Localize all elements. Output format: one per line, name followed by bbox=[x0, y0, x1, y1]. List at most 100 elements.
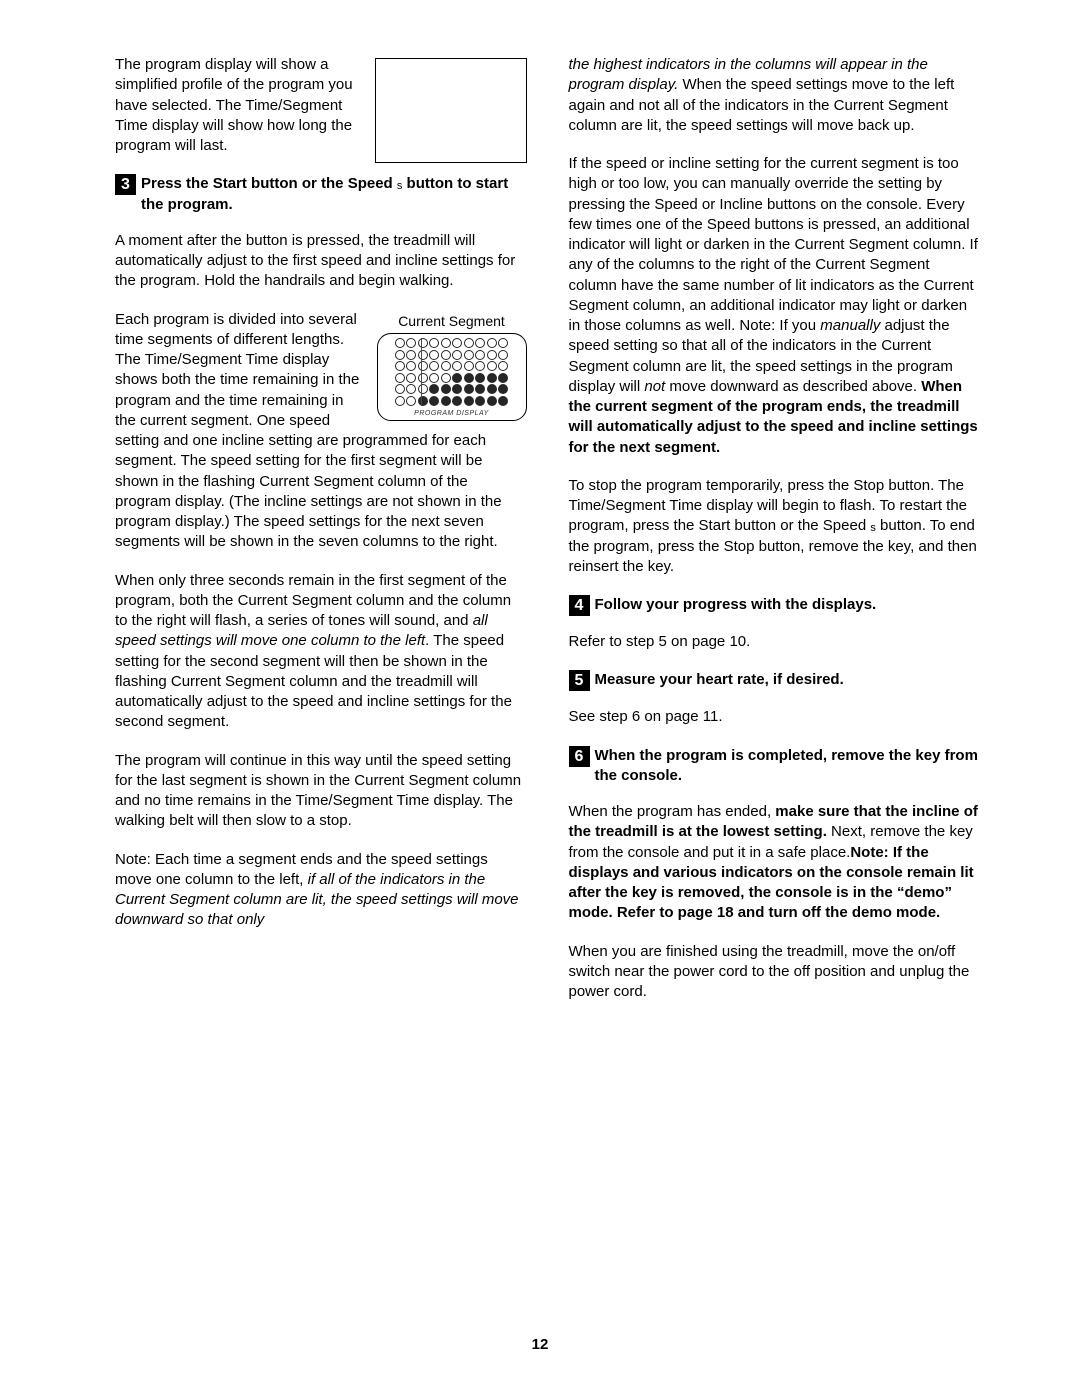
indicator-open-icon bbox=[418, 350, 428, 360]
indicator-open-icon bbox=[406, 350, 416, 360]
right-p0: the highest indicators in the columns wi… bbox=[569, 55, 981, 136]
indicator-open-icon bbox=[441, 361, 451, 371]
indicator-open-icon bbox=[464, 350, 474, 360]
step-6-badge: 6 bbox=[569, 746, 590, 767]
step3-p4: The program will continue in this way un… bbox=[115, 751, 527, 832]
program-display-row bbox=[384, 373, 520, 383]
right-p2: To stop the program temporarily, press t… bbox=[569, 476, 981, 577]
indicator-open-icon bbox=[441, 373, 451, 383]
indicator-open-icon bbox=[429, 361, 439, 371]
r1-c: move downward as described above. bbox=[665, 378, 921, 395]
indicator-filled-icon bbox=[498, 373, 508, 383]
step-4-badge: 4 bbox=[569, 595, 590, 616]
indicator-filled-icon bbox=[452, 384, 462, 394]
indicator-filled-icon bbox=[429, 384, 439, 394]
right-p1: If the speed or incline setting for the … bbox=[569, 154, 981, 458]
indicator-open-icon bbox=[418, 361, 428, 371]
indicator-open-icon bbox=[487, 338, 497, 348]
indicator-open-icon bbox=[441, 338, 451, 348]
left-column: The program display will show a simplifi… bbox=[115, 55, 527, 1020]
indicator-open-icon bbox=[395, 361, 405, 371]
indicator-filled-icon bbox=[498, 396, 508, 406]
r1-i1: manually bbox=[820, 317, 880, 334]
right-column: the highest indicators in the columns wi… bbox=[569, 55, 981, 1020]
indicator-open-icon bbox=[498, 361, 508, 371]
indicator-filled-icon bbox=[452, 373, 462, 383]
intro-block: The program display will show a simplifi… bbox=[115, 55, 527, 174]
step4-body: Refer to step 5 on page 10. bbox=[569, 632, 981, 652]
indicator-filled-icon bbox=[464, 396, 474, 406]
step-5-badge: 5 bbox=[569, 670, 590, 691]
indicator-filled-icon bbox=[487, 373, 497, 383]
indicator-open-icon bbox=[406, 361, 416, 371]
indicator-filled-icon bbox=[441, 384, 451, 394]
indicator-open-icon bbox=[395, 384, 405, 394]
step-3-body: A moment after the button is pressed, th… bbox=[115, 231, 527, 931]
segment-block: Current Segment PROGRAM DISPLAY Each pro… bbox=[115, 310, 527, 571]
indicator-open-icon bbox=[418, 338, 428, 348]
indicator-open-icon bbox=[406, 338, 416, 348]
indicator-open-icon bbox=[475, 338, 485, 348]
step-3-title-part-a: Press the Start button or the Speed bbox=[141, 175, 397, 192]
indicator-open-icon bbox=[487, 361, 497, 371]
indicator-open-icon bbox=[395, 350, 405, 360]
display-placeholder-box bbox=[375, 58, 527, 163]
indicator-open-icon bbox=[418, 384, 428, 394]
document-page: The program display will show a simplifi… bbox=[0, 0, 1080, 1397]
indicator-open-icon bbox=[487, 350, 497, 360]
indicator-open-icon bbox=[429, 338, 439, 348]
indicator-filled-icon bbox=[464, 384, 474, 394]
indicator-open-icon bbox=[498, 350, 508, 360]
program-display-figure: Current Segment PROGRAM DISPLAY bbox=[377, 312, 527, 422]
step3-p1: A moment after the button is pressed, th… bbox=[115, 231, 527, 292]
indicator-open-icon bbox=[464, 361, 474, 371]
indicator-open-icon bbox=[395, 373, 405, 383]
current-segment-divider bbox=[421, 338, 422, 406]
indicator-filled-icon bbox=[498, 384, 508, 394]
indicator-open-icon bbox=[452, 361, 462, 371]
step5-body: See step 6 on page 11. bbox=[569, 707, 981, 727]
p3-part-a: When only three seconds remain in the fi… bbox=[115, 572, 511, 630]
indicator-open-icon bbox=[418, 373, 428, 383]
step-5-title: Measure your heart rate, if desired. bbox=[595, 670, 981, 690]
indicator-filled-icon bbox=[441, 396, 451, 406]
indicator-open-icon bbox=[475, 361, 485, 371]
indicator-open-icon bbox=[406, 384, 416, 394]
indicator-open-icon bbox=[464, 338, 474, 348]
step3-p3: When only three seconds remain in the fi… bbox=[115, 571, 527, 733]
indicator-open-icon bbox=[452, 350, 462, 360]
speed-s-glyph-2: s bbox=[870, 522, 876, 534]
indicator-open-icon bbox=[441, 350, 451, 360]
program-display-row bbox=[384, 384, 520, 394]
indicator-open-icon bbox=[395, 338, 405, 348]
s6p1-a: When the program has ended, bbox=[569, 803, 776, 820]
page-number: 12 bbox=[0, 1335, 1080, 1355]
indicator-filled-icon bbox=[418, 396, 428, 406]
r1-i2: not bbox=[644, 378, 665, 395]
step-5-heading: 5 Measure your heart rate, if desired. bbox=[569, 670, 981, 691]
step6-p2: When you are finished using the treadmil… bbox=[569, 942, 981, 1003]
step-6-title: When the program is completed, remove th… bbox=[595, 746, 981, 787]
step-3-title: Press the Start button or the Speed s bu… bbox=[141, 174, 527, 215]
r1-a: If the speed or incline setting for the … bbox=[569, 155, 978, 334]
indicator-open-icon bbox=[429, 350, 439, 360]
program-display-caption: PROGRAM DISPLAY bbox=[384, 409, 520, 418]
step-4-heading: 4 Follow your progress with the displays… bbox=[569, 595, 981, 616]
indicator-filled-icon bbox=[464, 373, 474, 383]
indicator-filled-icon bbox=[475, 384, 485, 394]
step-3-badge: 3 bbox=[115, 174, 136, 195]
indicator-open-icon bbox=[452, 338, 462, 348]
step-6-heading: 6 When the program is completed, remove … bbox=[569, 746, 981, 787]
indicator-open-icon bbox=[406, 373, 416, 383]
indicator-open-icon bbox=[406, 396, 416, 406]
indicator-filled-icon bbox=[487, 396, 497, 406]
program-display-grid: PROGRAM DISPLAY bbox=[377, 333, 527, 421]
step-3-heading: 3 Press the Start button or the Speed s … bbox=[115, 174, 527, 215]
two-column-layout: The program display will show a simplifi… bbox=[115, 55, 980, 1020]
indicator-open-icon bbox=[498, 338, 508, 348]
indicator-filled-icon bbox=[452, 396, 462, 406]
step3-p5: Note: Each time a segment ends and the s… bbox=[115, 850, 527, 931]
program-display-row bbox=[384, 338, 520, 348]
speed-s-glyph: s bbox=[397, 180, 403, 192]
indicator-filled-icon bbox=[475, 396, 485, 406]
